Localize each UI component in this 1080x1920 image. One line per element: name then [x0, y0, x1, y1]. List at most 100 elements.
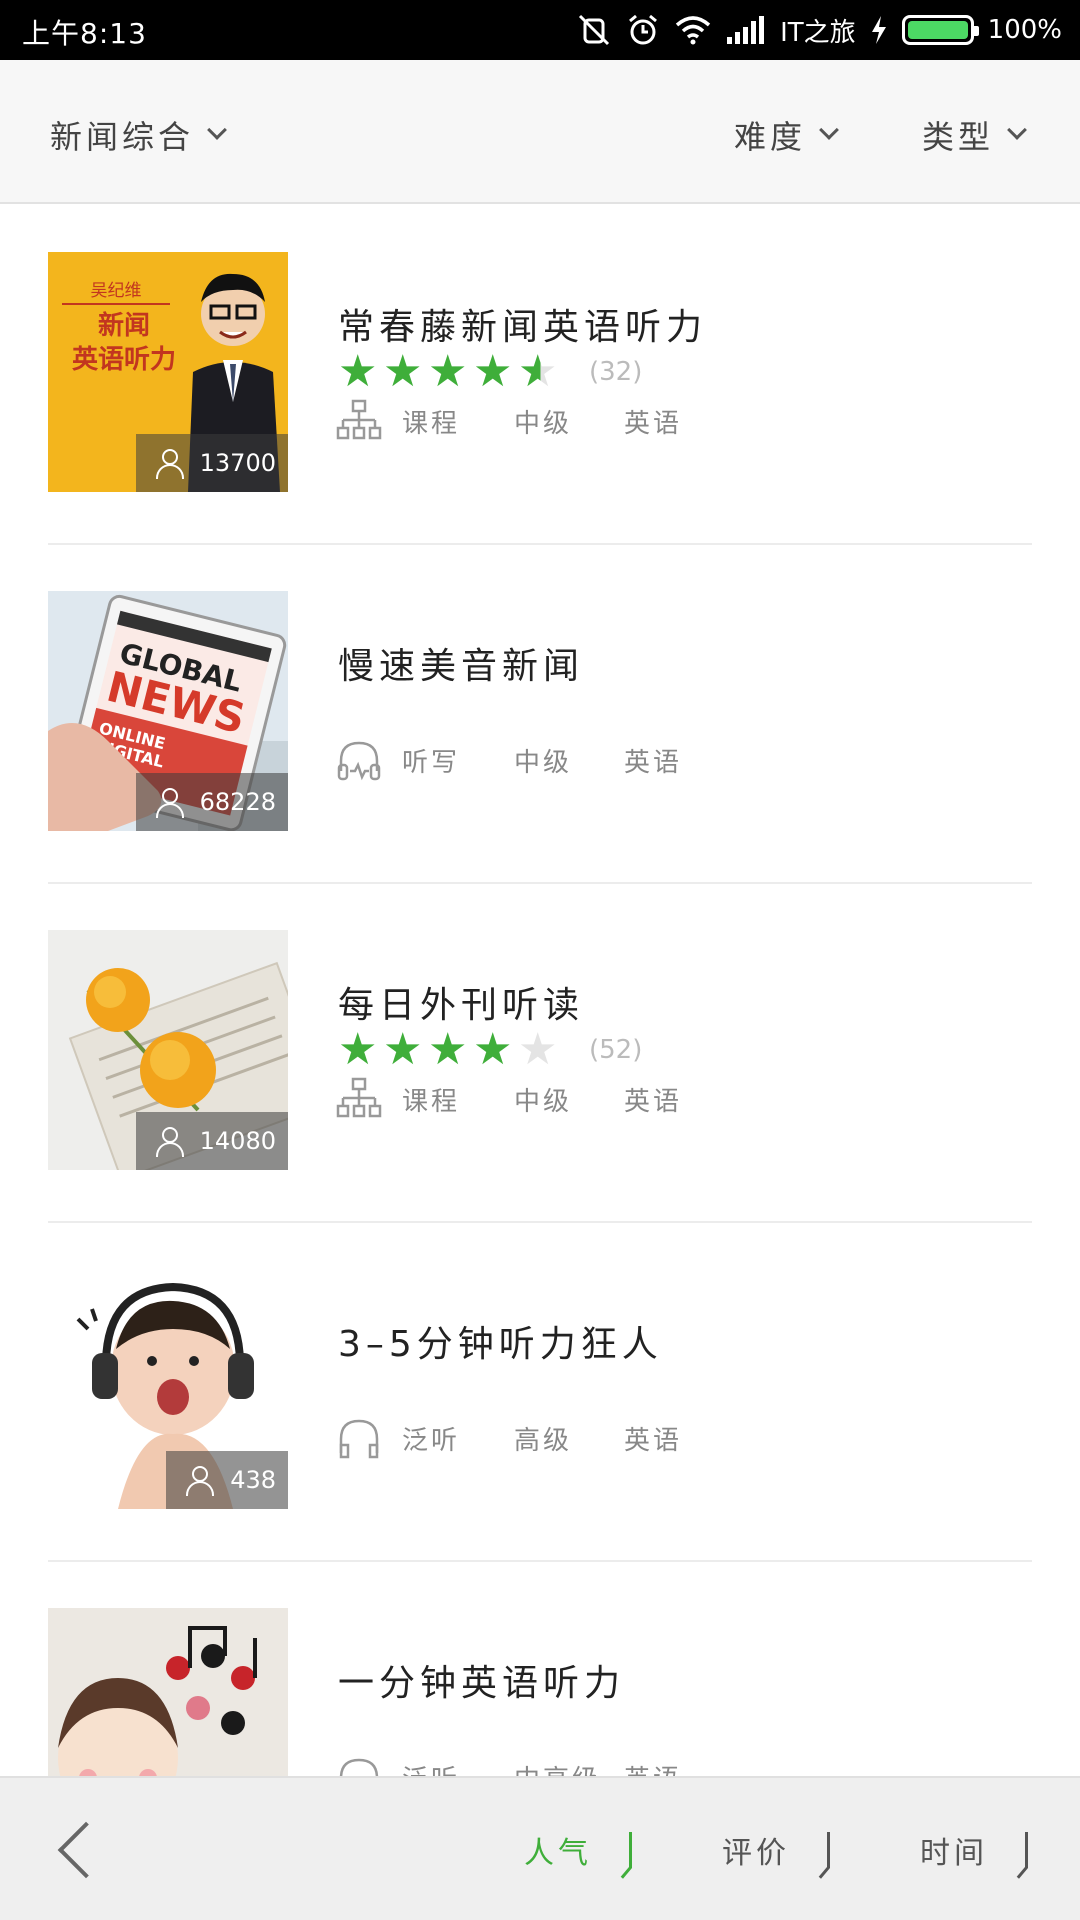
sort-rating-button[interactable]: 评价: [722, 1828, 830, 1872]
svg-text:新闻: 新闻: [98, 310, 150, 341]
signal-icon: [727, 16, 765, 44]
course-language-label: 英语: [624, 1086, 683, 1117]
difficulty-filter[interactable]: 难度: [734, 112, 839, 158]
rating-count: (52): [589, 1035, 643, 1065]
course-title: 一分钟英语听力: [338, 1663, 626, 1704]
cover-author-text: 吴纪维: [91, 281, 142, 301]
course-meta: 课程 中级 英语: [336, 398, 682, 444]
star-full-icon: ★: [338, 346, 378, 397]
course-level-label: 中高级: [514, 1759, 624, 1777]
alarm-icon: [629, 14, 658, 45]
sort-popularity-button[interactable]: 人气: [524, 1828, 632, 1872]
charging-bolt-icon: [871, 16, 886, 44]
back-arrow-icon[interactable]: [57, 1821, 115, 1879]
list-item[interactable]: 438 3–5分钟听力狂人 泛听 高级 英语: [0, 1223, 1080, 1562]
course-title: 3–5分钟听力狂人: [338, 1324, 663, 1365]
course-type-label: 泛听: [402, 1759, 514, 1777]
star-half-icon: ★: [518, 350, 563, 394]
course-meta: 泛听 高级 英语: [336, 1415, 682, 1461]
list-item[interactable]: 14080 每日外刊听读 ★ ★ ★ ★ ★ (52) 课程 中级 英语: [0, 884, 1080, 1223]
dictation-headphone-icon: [337, 741, 381, 781]
mute-vibrate-icon: [579, 14, 610, 46]
star-full-icon: ★: [428, 346, 468, 397]
person-icon: [155, 788, 184, 818]
course-cover: 438: [48, 1269, 288, 1509]
course-level-label: 中级: [514, 747, 573, 778]
battery-percent: 100%: [987, 15, 1062, 45]
course-meta: 泛听 中高级 英语: [336, 1754, 682, 1776]
sort-down-arrow-icon: [1014, 1832, 1028, 1868]
star-full-icon: ★: [473, 346, 513, 397]
subscriber-count: 13700: [135, 434, 288, 492]
category-filter[interactable]: 新闻综合: [50, 112, 227, 158]
course-level-label: 中级: [514, 1086, 573, 1117]
person-icon: [155, 449, 184, 479]
course-title: 每日外刊听读: [338, 985, 585, 1026]
course-tree-icon: [336, 399, 382, 440]
star-empty-icon: ★: [518, 1024, 558, 1075]
course-type-label: 听写: [402, 747, 461, 778]
sort-down-arrow-icon: [618, 1832, 632, 1868]
chevron-down-icon: [1007, 120, 1027, 140]
status-bar: 上午8:13 IT之旅 100%: [0, 0, 1080, 60]
chevron-down-icon: [819, 120, 839, 140]
category-filter-label: 新闻综合: [50, 118, 195, 156]
course-language-label: 英语: [624, 1759, 682, 1777]
subscriber-count-value: 13700: [199, 449, 276, 477]
rating-count: (32): [589, 357, 643, 387]
subscriber-count: 14080: [135, 1112, 288, 1170]
filter-bar: 新闻综合 难度 类型: [0, 60, 1080, 204]
subscriber-count-value: 438: [230, 1466, 276, 1494]
sort-popularity-label: 人气: [524, 1836, 592, 1871]
course-title: 常春藤新闻英语听力: [338, 307, 708, 348]
star-full-icon: ★: [338, 1024, 378, 1075]
person-icon: [155, 1127, 184, 1157]
cover-illustration: [48, 1608, 288, 1776]
course-title: 慢速美音新闻: [338, 646, 585, 687]
status-time: 上午8:13: [22, 17, 147, 50]
course-cover: 14080: [48, 930, 288, 1170]
wifi-icon: [675, 16, 711, 45]
course-language-label: 英语: [624, 1425, 683, 1456]
subscriber-count-value: 68228: [199, 788, 276, 816]
subscriber-count: 68228: [135, 773, 288, 831]
star-full-icon: ★: [383, 346, 423, 397]
carrier-label: IT之旅: [780, 17, 856, 48]
subscriber-count-value: 14080: [199, 1127, 276, 1155]
course-type-label: 课程: [402, 408, 461, 439]
list-item[interactable]: 一分钟英语听力 泛听 中高级 英语: [0, 1562, 1080, 1776]
course-cover: 吴纪维 新闻 英语听力 13700: [48, 252, 288, 492]
course-meta: 听写 中级 英语: [336, 737, 682, 783]
course-level-label: 高级: [514, 1425, 573, 1456]
headphone-icon: [339, 1419, 379, 1459]
svg-text:英语听力: 英语听力: [72, 345, 176, 375]
course-list: 吴纪维 新闻 英语听力 13700 常春藤新闻英语听力 ★ ★ ★ ★ ★ (3…: [0, 206, 1080, 1776]
course-tree-icon: [336, 1077, 382, 1118]
type-filter[interactable]: 类型: [922, 112, 1027, 158]
star-full-icon: ★: [428, 1024, 468, 1075]
course-type-label: 泛听: [402, 1425, 461, 1456]
status-icons: IT之旅 100%: [576, 8, 1062, 52]
subscriber-count: 438: [166, 1451, 288, 1509]
star-full-icon: ★: [383, 1024, 423, 1075]
sort-rating-label: 评价: [722, 1836, 790, 1871]
course-meta: 课程 中级 英语: [336, 1076, 682, 1122]
list-item[interactable]: GLOBAL NEWS ONLINE DIGITAL 68228 慢速美音新闻: [0, 545, 1080, 884]
course-language-label: 英语: [624, 747, 683, 778]
course-language-label: 英语: [624, 408, 683, 439]
course-cover: GLOBAL NEWS ONLINE DIGITAL 68228: [48, 591, 288, 831]
sort-time-button[interactable]: 时间: [920, 1828, 1028, 1872]
course-type-label: 课程: [402, 1086, 461, 1117]
headphone-icon: [339, 1758, 379, 1776]
sort-bar: 人气 评价 时间: [0, 1776, 1080, 1920]
difficulty-filter-label: 难度: [734, 118, 807, 156]
course-level-label: 中级: [514, 408, 573, 439]
battery-icon: [901, 15, 979, 45]
sort-down-arrow-icon: [816, 1832, 830, 1868]
star-full-icon: ★: [473, 1024, 513, 1075]
course-cover: [48, 1608, 288, 1776]
person-icon: [186, 1466, 215, 1496]
list-item[interactable]: 吴纪维 新闻 英语听力 13700 常春藤新闻英语听力 ★ ★ ★ ★ ★ (3…: [0, 206, 1080, 545]
rating-stars: ★ ★ ★ ★ ★ (32): [338, 350, 642, 394]
type-filter-label: 类型: [922, 118, 995, 156]
